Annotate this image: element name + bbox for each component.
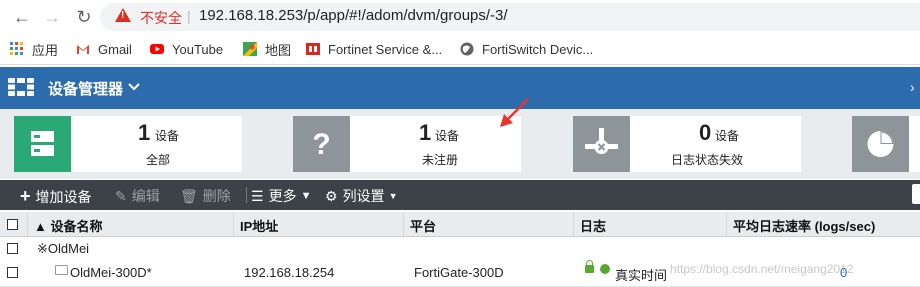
col-header-log[interactable]: 日志 — [580, 216, 606, 235]
fortinet-logo-icon[interactable] — [8, 78, 34, 96]
summary-card-unregistered[interactable]: ? 1 设备 未注册 — [293, 116, 521, 172]
search-box[interactable] — [912, 184, 920, 204]
row-checkbox[interactable] — [7, 267, 18, 278]
device-platform: FortiGate-300D — [414, 265, 504, 280]
plus-icon: + — [20, 186, 31, 206]
back-arrow-icon[interactable]: ← — [10, 5, 34, 29]
youtube-icon — [150, 44, 164, 54]
summary-unit: 设备 — [715, 129, 740, 143]
app-title[interactable]: 设备管理器 — [48, 78, 123, 99]
bookmark-label: FortiSwitch Devic... — [482, 41, 594, 57]
summary-unit: 设备 — [435, 129, 460, 143]
edit-icon: ✎ — [115, 187, 127, 204]
bookmark-apps[interactable]: 应用 — [10, 40, 58, 58]
caret-down-icon: ▼ — [388, 191, 398, 201]
group-name[interactable]: ※OldMei — [37, 241, 89, 257]
column-settings-label: 列设置 — [342, 188, 385, 204]
summary-unit: 设备 — [155, 129, 180, 143]
bookmark-label: 地图 — [265, 42, 292, 58]
list-icon: ☰ — [251, 187, 264, 204]
bookmark-label: YouTube — [172, 41, 224, 57]
security-label[interactable]: 不安全 — [140, 8, 182, 28]
col-header-ip[interactable]: IP地址 — [240, 216, 278, 235]
summary-count: 1 — [138, 120, 151, 145]
bookmark-fortiswitch[interactable]: FortiSwitch Devic... — [460, 40, 593, 58]
question-icon: ? — [293, 116, 350, 172]
row-checkbox[interactable] — [7, 243, 18, 254]
bookmark-label: Fortinet Service &... — [328, 41, 443, 57]
annotation-arrow-icon — [500, 98, 529, 127]
column-settings-dropdown[interactable]: ⚙ 列设置 ▼ — [325, 186, 397, 206]
summary-label: 日志状态失效 — [671, 153, 744, 167]
select-all-checkbox[interactable] — [7, 219, 18, 230]
device-icon — [55, 265, 68, 275]
summary-card-log-failed[interactable]: 0 设备 日志状态失效 — [573, 116, 801, 172]
globe-icon — [460, 42, 474, 56]
pie-icon — [852, 116, 909, 172]
toolbar-divider — [246, 187, 247, 203]
trash-icon: 🗑 — [180, 187, 198, 204]
col-header-platform[interactable]: 平台 — [410, 216, 436, 235]
status-dot-icon — [600, 264, 610, 274]
apps-grid-icon — [10, 42, 23, 55]
summary-card-all[interactable]: 1 设备 全部 — [14, 116, 242, 172]
more-dropdown[interactable]: ☰ 更多 ▼ — [251, 186, 311, 206]
log-failed-icon — [573, 116, 630, 172]
bookmark-youtube[interactable]: YouTube — [150, 40, 223, 58]
fortinet-icon — [306, 43, 320, 55]
bookmark-gmail[interactable]: Gmail — [76, 40, 132, 58]
gmail-icon — [77, 45, 89, 54]
device-ip: 192.168.18.254 — [244, 265, 335, 280]
chevron-down-icon[interactable] — [128, 80, 140, 95]
col-header-log-rate[interactable]: 平均日志速率 (logs/sec) — [733, 216, 875, 235]
lock-icon — [585, 260, 594, 273]
chevron-down-icon: ▼ — [300, 190, 312, 202]
edit-button[interactable]: ✎ 编辑 — [115, 186, 160, 206]
add-device-label: 增加设备 — [35, 188, 92, 205]
add-device-button[interactable]: + 增加设备 — [20, 186, 92, 207]
reload-icon[interactable]: ↻ — [72, 5, 96, 29]
edit-label: 编辑 — [131, 188, 160, 204]
svg-text:?: ? — [312, 128, 330, 161]
device-name[interactable]: OldMei-300D* — [70, 265, 152, 280]
more-label: 更多 — [268, 188, 297, 204]
url-text[interactable]: 192.168.18.253/p/app/#!/adom/dvm/groups/… — [199, 7, 508, 24]
url-separator: | — [187, 8, 191, 24]
col-header-name[interactable]: ▲ 设备名称 — [34, 216, 102, 235]
watermark: https://blog.csdn.net/meigang2012 — [670, 262, 854, 276]
forward-arrow-icon[interactable]: → — [40, 5, 64, 29]
delete-label: 删除 — [202, 188, 231, 204]
table-row-group[interactable] — [0, 237, 920, 262]
header-right-chevron-icon[interactable]: › — [910, 79, 915, 95]
gear-icon: ⚙ — [325, 187, 338, 204]
summary-count: 0 — [699, 120, 712, 145]
server-icon — [14, 116, 71, 172]
summary-label: 未注册 — [422, 153, 459, 167]
delete-button[interactable]: 🗑 删除 — [180, 186, 231, 206]
summary-card-partial[interactable] — [852, 116, 920, 172]
bookmark-fortinet-service[interactable]: Fortinet Service &... — [306, 40, 442, 58]
bookmark-label: 应用 — [32, 42, 59, 58]
device-log-rate[interactable]: 0 — [840, 265, 847, 280]
bookmark-maps[interactable]: 地图 — [243, 40, 291, 58]
browser-address-bar: ← → ↻ ! 不安全 | 192.168.18.253/p/app/#!/ad… — [0, 0, 920, 34]
maps-icon — [243, 42, 257, 56]
summary-count: 1 — [419, 120, 432, 145]
bookmark-label: Gmail — [98, 41, 132, 57]
device-log-status: 真实时间 — [615, 268, 668, 283]
summary-label: 全部 — [146, 153, 171, 167]
